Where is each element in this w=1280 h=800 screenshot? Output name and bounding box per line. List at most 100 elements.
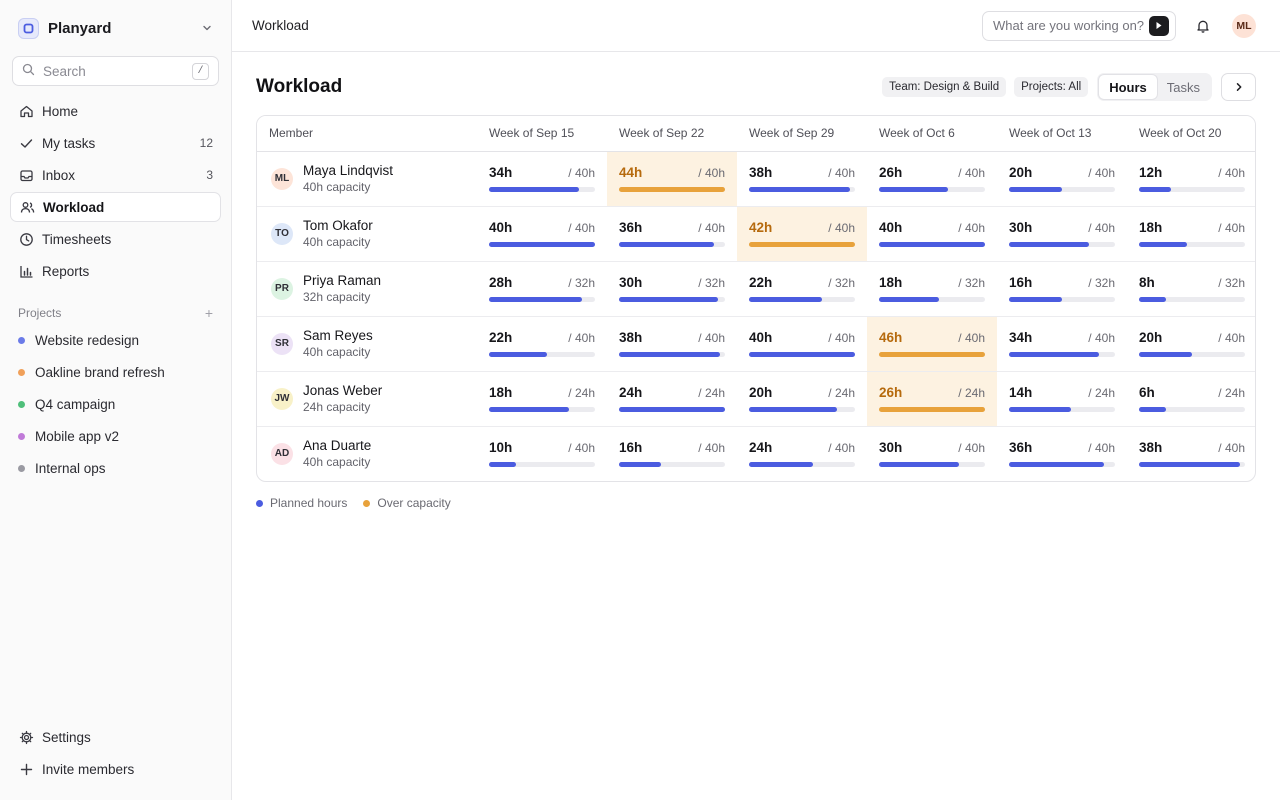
- sidebar-item-inbox[interactable]: Inbox 3: [10, 160, 221, 190]
- project-item-q4-campaign[interactable]: Q4 campaign: [10, 388, 221, 420]
- column-header-week: Week of Sep 22: [607, 116, 737, 152]
- workload-cell[interactable]: 30h / 40h: [867, 426, 997, 481]
- progress-bar-fill: [1009, 297, 1062, 302]
- planned-hours: 44h: [619, 165, 643, 180]
- progress-bar: [619, 407, 725, 412]
- progress-bar: [1009, 187, 1115, 192]
- workload-cell[interactable]: 18h / 32h: [867, 261, 997, 317]
- workload-cell[interactable]: 22h / 40h: [477, 316, 607, 372]
- progress-bar-fill: [619, 187, 725, 192]
- cell-values: 22h / 40h: [489, 330, 595, 345]
- workload-cell[interactable]: 18h / 24h: [477, 371, 607, 427]
- planned-hours: 34h: [1009, 330, 1033, 345]
- command-placeholder: What are you working on?: [993, 18, 1145, 33]
- progress-bar: [1139, 352, 1245, 357]
- workload-cell[interactable]: 36h / 40h: [997, 426, 1127, 481]
- table-row[interactable]: JW Jonas Weber 24h capacity 18h / 24h 24h / 24…: [257, 371, 1255, 427]
- workload-cell[interactable]: 26h / 40h: [867, 151, 997, 207]
- view-tasks-button[interactable]: Tasks: [1157, 75, 1210, 99]
- filter-team[interactable]: Team: Design & Build: [882, 77, 1007, 97]
- search-input[interactable]: Search /: [12, 56, 219, 86]
- member-cell[interactable]: JW Jonas Weber 24h capacity: [257, 371, 477, 427]
- cell-values: 6h / 24h: [1139, 385, 1245, 400]
- workload-cell[interactable]: 14h / 24h: [997, 371, 1127, 427]
- workload-cell[interactable]: 18h / 40h: [1127, 206, 1255, 262]
- capacity-hours: / 40h: [958, 331, 985, 345]
- workload-cell[interactable]: 16h / 40h: [607, 426, 737, 481]
- user-avatar[interactable]: ML: [1232, 13, 1256, 38]
- table-row[interactable]: PR Priya Raman 32h capacity 28h / 32h 30h / 32…: [257, 261, 1255, 317]
- workload-cell-over-capacity[interactable]: 42h / 40h: [737, 206, 867, 262]
- progress-bar-fill: [489, 297, 582, 302]
- workload-cell[interactable]: 30h / 32h: [607, 261, 737, 317]
- workload-cell[interactable]: 22h / 32h: [737, 261, 867, 317]
- planned-hours: 24h: [749, 440, 773, 456]
- bell-icon[interactable]: [1188, 11, 1218, 41]
- breadcrumb[interactable]: Workload: [252, 18, 309, 33]
- member-cell[interactable]: ML Maya Lindqvist 40h capacity: [257, 151, 477, 207]
- progress-bar-fill: [489, 352, 548, 357]
- table-row[interactable]: ML Maya Lindqvist 40h capacity 34h / 40h 44h /…: [257, 151, 1255, 207]
- table-row[interactable]: TO Tom Okafor 40h capacity 40h / 40h 36h / 40h…: [257, 206, 1255, 262]
- workspace-switcher[interactable]: Planyard: [10, 0, 221, 56]
- workload-cell-over-capacity[interactable]: 26h / 24h: [867, 371, 997, 427]
- workload-cell[interactable]: 20h / 40h: [1127, 316, 1255, 372]
- workload-cell[interactable]: 20h / 24h: [737, 371, 867, 427]
- sidebar-item-invite-members[interactable]: Invite members: [10, 754, 221, 784]
- workload-cell-over-capacity[interactable]: 46h / 40h: [867, 316, 997, 372]
- workload-cell[interactable]: 40h / 40h: [737, 316, 867, 372]
- workload-cell[interactable]: 36h / 40h: [607, 206, 737, 262]
- project-item-oakline-brand-refresh[interactable]: Oakline brand refresh: [10, 356, 221, 388]
- workload-cell[interactable]: 34h / 40h: [477, 151, 607, 207]
- table-row[interactable]: AD Ana Duarte 40h capacity 10h / 40h 16h / 40h…: [257, 426, 1255, 481]
- workload-cell[interactable]: 24h / 24h: [607, 371, 737, 427]
- workload-cell[interactable]: 6h / 24h: [1127, 371, 1255, 427]
- workload-cell[interactable]: 38h / 40h: [737, 151, 867, 207]
- filter-projects[interactable]: Projects: All: [1014, 77, 1089, 97]
- workload-cell[interactable]: 38h / 40h: [607, 316, 737, 372]
- workload-cell[interactable]: 10h / 40h: [477, 426, 607, 481]
- progress-bar-fill: [749, 297, 822, 302]
- sidebar-item-reports[interactable]: Reports: [10, 256, 221, 286]
- project-item-mobile-app-v2[interactable]: Mobile app v2: [10, 420, 221, 452]
- cell-values: 36h / 40h: [619, 220, 725, 235]
- workload-cell[interactable]: 8h / 32h: [1127, 261, 1255, 317]
- table-row[interactable]: SR Sam Reyes 40h capacity 22h/ 40h 38h/ 40h 4…: [257, 316, 1255, 372]
- cell-values: 20h / 40h: [1139, 330, 1245, 345]
- command-input[interactable]: What are you working on?: [982, 10, 1176, 41]
- sidebar-item-label: Home: [42, 103, 79, 119]
- workload-cell[interactable]: 40h / 40h: [867, 206, 997, 262]
- member-cell[interactable]: PR Priya Raman 32h capacity: [257, 261, 477, 317]
- next-weeks-button[interactable]: [1221, 73, 1256, 101]
- cell-values: 40h / 40h: [489, 220, 595, 235]
- workload-cell[interactable]: 24h / 40h: [737, 426, 867, 481]
- member-cell[interactable]: SR Sam Reyes 40h capacity: [257, 316, 477, 372]
- workload-cell[interactable]: 20h / 40h: [997, 151, 1127, 207]
- planned-hours: 40h: [879, 220, 903, 235]
- sidebar-item-home[interactable]: Home: [10, 96, 221, 126]
- play-icon[interactable]: [1149, 15, 1169, 36]
- progress-bar: [749, 242, 855, 247]
- project-item-website-redesign[interactable]: Website redesign: [10, 324, 221, 356]
- workload-cell[interactable]: 28h / 32h: [477, 261, 607, 317]
- workload-cell[interactable]: 16h / 32h: [997, 261, 1127, 317]
- progress-bar-fill: [619, 462, 662, 468]
- progress-bar: [749, 462, 855, 468]
- sidebar-item-my-tasks[interactable]: My tasks 12: [10, 128, 221, 158]
- member-name: Ana Duarte: [303, 438, 372, 454]
- project-item-internal-ops[interactable]: Internal ops: [10, 452, 221, 484]
- planned-hours: 20h: [749, 385, 773, 400]
- workload-cell-over-capacity[interactable]: 44h / 40h: [607, 151, 737, 207]
- view-hours-button[interactable]: Hours: [1099, 75, 1157, 99]
- workload-cell[interactable]: 12h / 40h: [1127, 151, 1255, 207]
- add-project-icon[interactable]: +: [205, 305, 213, 321]
- workload-cell[interactable]: 30h / 40h: [997, 206, 1127, 262]
- sidebar-item-settings[interactable]: Settings: [10, 722, 221, 752]
- member-cell[interactable]: TO Tom Okafor 40h capacity: [257, 206, 477, 262]
- workload-cell[interactable]: 38h / 40h: [1127, 426, 1255, 481]
- sidebar-item-workload[interactable]: Workload: [10, 192, 221, 222]
- sidebar-item-timesheets[interactable]: Timesheets: [10, 224, 221, 254]
- workload-cell[interactable]: 34h / 40h: [997, 316, 1127, 372]
- member-cell[interactable]: AD Ana Duarte 40h capacity: [257, 426, 477, 481]
- workload-cell[interactable]: 40h / 40h: [477, 206, 607, 262]
